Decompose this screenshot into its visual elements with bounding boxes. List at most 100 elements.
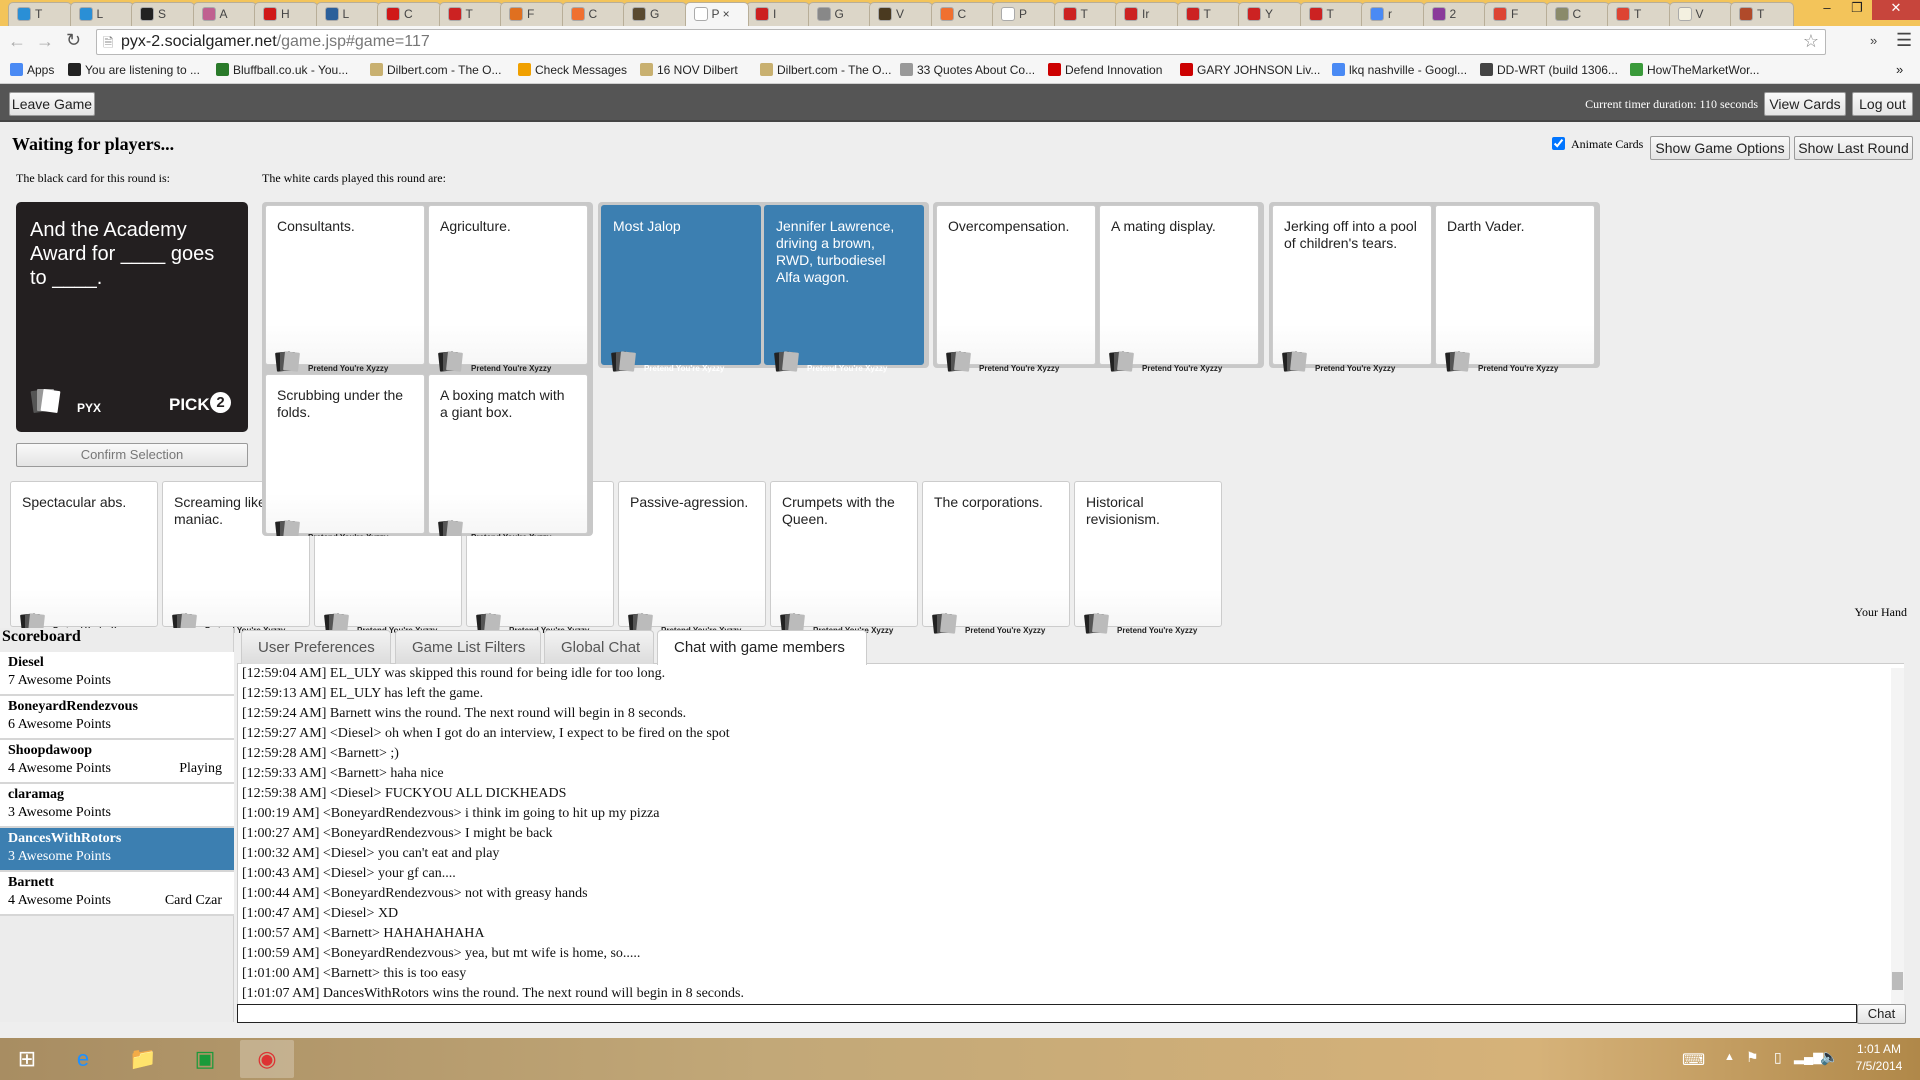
extensions-overflow-icon[interactable]: » bbox=[1870, 33, 1877, 48]
white-card[interactable]: Scrubbing under the folds.Pretend You're… bbox=[265, 374, 425, 536]
white-card[interactable]: Darth Vader. Pretend You're Xyzzy bbox=[1435, 205, 1595, 373]
show-hidden-icons-icon[interactable]: ▲ bbox=[1724, 1051, 1735, 1063]
white-card[interactable]: Crumpets with the Queen.Pretend You're X… bbox=[770, 481, 918, 635]
browser-tab[interactable]: r bbox=[1361, 2, 1425, 26]
internet-explorer-icon[interactable]: e bbox=[56, 1040, 110, 1078]
file-explorer-icon[interactable]: 📁 bbox=[116, 1040, 170, 1078]
played-card-group[interactable]: Consultants. Pretend You're Xyzzy Agricult… bbox=[262, 202, 593, 536]
browser-tab[interactable]: V bbox=[869, 2, 933, 26]
browser-tab[interactable]: C bbox=[377, 2, 441, 26]
bookmark-item[interactable]: HowTheMarketWor... bbox=[1630, 63, 1759, 77]
browser-tab[interactable]: G bbox=[807, 2, 872, 26]
white-card[interactable]: Spectacular abs.Pretend You're Xyzzy bbox=[10, 481, 158, 635]
chrome-icon[interactable]: ◉ bbox=[240, 1040, 294, 1078]
clock[interactable]: 1:01 AM 7/5/2014 bbox=[1846, 1041, 1912, 1075]
white-card[interactable]: Overcompensation. Pretend You're Xyzzy bbox=[936, 205, 1096, 373]
browser-tab[interactable]: Y bbox=[1238, 2, 1302, 26]
back-icon[interactable]: ← bbox=[8, 31, 26, 52]
white-card[interactable]: Most Jalop Pretend You're Xyzzy bbox=[601, 205, 761, 373]
bookmark-item[interactable]: Bluffball.co.uk - You... bbox=[216, 63, 348, 77]
white-card[interactable]: A boxing match with a giant box.Pretend … bbox=[428, 374, 588, 536]
white-card[interactable]: The corporations. Pretend You're Xyzzy bbox=[922, 481, 1070, 635]
browser-tab[interactable]: C bbox=[1545, 2, 1610, 26]
white-card[interactable]: Historical revisionism. Pretend You're Xy… bbox=[1074, 481, 1222, 635]
menu-icon[interactable]: ☰ bbox=[1896, 30, 1912, 51]
browser-tab[interactable]: A bbox=[192, 2, 257, 26]
address-bar[interactable]: 🗎 pyx-2.socialgamer.net/game.jsp#game=11… bbox=[96, 29, 1826, 55]
bookmark-item[interactable]: You are listening to ... bbox=[68, 63, 200, 77]
browser-tab[interactable]: C bbox=[930, 2, 995, 26]
start-windows-icon[interactable]: ⊞ bbox=[0, 1040, 54, 1078]
show-game-options-button[interactable]: Show Game Options bbox=[1650, 136, 1790, 160]
battery-icon[interactable]: ▯ bbox=[1774, 1049, 1782, 1066]
browser-tab[interactable]: G bbox=[623, 2, 687, 26]
show-last-round-button[interactable]: Show Last Round bbox=[1794, 136, 1913, 160]
view-cards-button[interactable]: View Cards bbox=[1764, 92, 1846, 116]
card-brand: Pretend You're Xyzzy bbox=[1478, 364, 1559, 373]
played-card-group[interactable]: Overcompensation. Pretend You're Xyzzy A m… bbox=[933, 202, 1264, 373]
bookmark-item[interactable]: GARY JOHNSON Liv... bbox=[1180, 63, 1320, 77]
browser-tab[interactable]: I bbox=[746, 2, 810, 26]
white-card[interactable]: Passive-agression.Pretend You're Xyzzy bbox=[618, 481, 766, 635]
browser-tab[interactable]: S bbox=[131, 2, 195, 26]
bookmark-item[interactable]: Defend Innovation bbox=[1048, 63, 1162, 77]
reload-icon[interactable]: ↻ bbox=[66, 30, 81, 51]
browser-tab[interactable]: F bbox=[500, 2, 564, 26]
browser-tab[interactable]: P bbox=[992, 2, 1056, 26]
chat-input[interactable] bbox=[237, 1004, 1857, 1023]
browser-tab[interactable]: C bbox=[561, 2, 626, 26]
network-icon[interactable]: ▂▄▆ bbox=[1794, 1049, 1823, 1065]
browser-tab[interactable]: T bbox=[1299, 2, 1364, 26]
white-card[interactable]: A mating display. Pretend You're Xyzzy bbox=[1099, 205, 1259, 373]
restore-button[interactable]: ❐ bbox=[1842, 0, 1872, 20]
confirm-selection-button[interactable]: Confirm Selection bbox=[16, 443, 248, 467]
white-card[interactable]: Agriculture. Pretend You're Xyzzy bbox=[428, 205, 588, 373]
white-card[interactable]: Consultants. Pretend You're Xyzzy bbox=[265, 205, 425, 373]
bookmark-item[interactable]: Dilbert.com - The O... bbox=[370, 63, 501, 77]
browser-tab[interactable]: P × bbox=[684, 2, 749, 26]
browser-tab[interactable]: H bbox=[254, 2, 318, 26]
played-card-group[interactable]: Jerking off into a pool of children's te… bbox=[1269, 202, 1600, 373]
bookmark-item[interactable]: DD-WRT (build 1306... bbox=[1480, 63, 1618, 77]
browser-tab[interactable]: L bbox=[315, 2, 380, 26]
bookmark-item[interactable]: Dilbert.com - The O... bbox=[760, 63, 891, 77]
volume-icon[interactable]: 🔈 bbox=[1820, 1048, 1839, 1066]
close-window-button[interactable]: ✕ bbox=[1872, 0, 1920, 20]
browser-tab[interactable]: T bbox=[438, 2, 503, 26]
browser-tab[interactable]: T bbox=[1730, 2, 1794, 26]
keyboard-icon[interactable]: ⌨ bbox=[1682, 1050, 1705, 1070]
leave-game-button[interactable]: Leave Game bbox=[9, 92, 95, 116]
bookmarks-overflow-icon[interactable]: » bbox=[1896, 62, 1903, 77]
played-card-group[interactable]: Most Jalop Pretend You're Xyzzy Jennifer L… bbox=[598, 202, 929, 373]
bookmark-item[interactable]: lkq nashville - Googl... bbox=[1332, 63, 1467, 77]
bottom-tab[interactable]: Global Chat bbox=[544, 630, 654, 664]
bookmark-star-icon[interactable]: ☆ bbox=[1803, 31, 1819, 52]
browser-tab[interactable]: L bbox=[69, 2, 134, 26]
browser-tab[interactable]: T bbox=[1176, 2, 1241, 26]
tab-close-icon[interactable]: × bbox=[719, 7, 730, 21]
bookmark-item[interactable]: Apps bbox=[10, 63, 54, 77]
bookmark-item[interactable]: 16 NOV Dilbert bbox=[640, 63, 738, 77]
bottom-tab[interactable]: Game List Filters bbox=[395, 630, 541, 664]
browser-tab[interactable]: 2 bbox=[1422, 2, 1487, 26]
white-card[interactable]: Jerking off into a pool of children's te… bbox=[1272, 205, 1432, 373]
browser-tab[interactable]: T bbox=[8, 2, 72, 26]
white-card[interactable]: Jennifer Lawrence, driving a brown, RWD,… bbox=[764, 205, 924, 373]
browser-tab[interactable]: T bbox=[1607, 2, 1671, 26]
bottom-tab[interactable]: Chat with game members bbox=[657, 630, 867, 665]
chat-scrollbar[interactable] bbox=[1891, 668, 1904, 1004]
animate-cards-checkbox[interactable] bbox=[1552, 137, 1565, 150]
action-center-flag-icon[interactable]: ⚑ bbox=[1746, 1049, 1759, 1066]
browser-tab[interactable]: Ir bbox=[1115, 2, 1179, 26]
browser-tab[interactable]: F bbox=[1484, 2, 1548, 26]
log-out-button[interactable]: Log out bbox=[1852, 92, 1913, 116]
store-icon[interactable]: ▣ bbox=[178, 1040, 232, 1078]
bookmark-item[interactable]: 33 Quotes About Co... bbox=[900, 63, 1035, 77]
browser-tab[interactable]: T bbox=[1053, 2, 1118, 26]
forward-icon[interactable]: → bbox=[36, 31, 54, 52]
minimize-button[interactable]: – bbox=[1812, 0, 1842, 20]
chat-send-button[interactable]: Chat bbox=[1857, 1004, 1906, 1024]
browser-tab[interactable]: V bbox=[1668, 2, 1733, 26]
bookmark-item[interactable]: Check Messages bbox=[518, 63, 627, 77]
bottom-tab[interactable]: User Preferences bbox=[241, 630, 391, 664]
